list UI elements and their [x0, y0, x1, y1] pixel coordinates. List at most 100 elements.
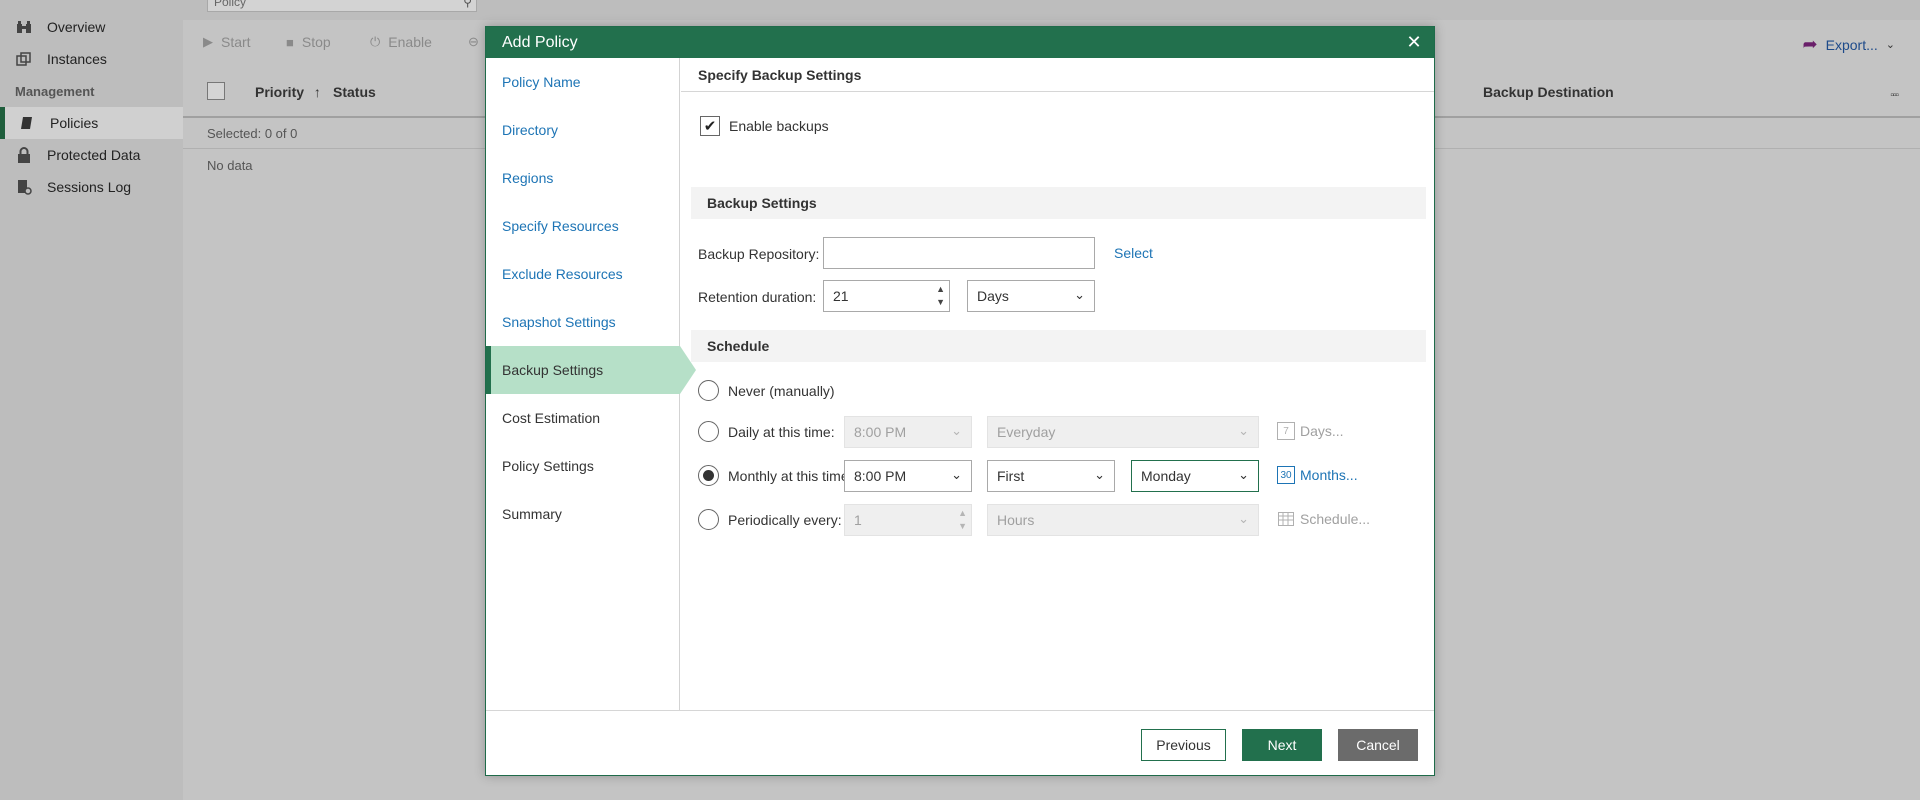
retention-duration-stepper[interactable]: 21 ▲ ▼ [823, 280, 950, 312]
wizard-steps: Policy Name Directory Regions Specify Re… [486, 58, 696, 710]
periodic-schedule-link[interactable]: Schedule... [1300, 511, 1370, 527]
sidebar-item-label: Overview [47, 19, 106, 35]
column-backup-destination[interactable]: Backup Destination [1483, 84, 1614, 100]
schedule-never-option[interactable]: Never (manually) [698, 380, 835, 401]
previous-button[interactable]: Previous [1141, 729, 1226, 761]
checkmark-icon: ✔ [703, 118, 717, 135]
start-label: Start [221, 34, 251, 50]
power-icon: ⏻ [370, 34, 381, 49]
step-directory[interactable]: Directory [486, 106, 680, 154]
cancel-button[interactable]: Cancel [1338, 729, 1418, 761]
step-label: Directory [502, 122, 559, 138]
chevron-down-icon: ⌄ [951, 467, 962, 482]
step-label: Policy Settings [502, 458, 594, 474]
step-label: Summary [502, 506, 562, 522]
schedule-monthly-label: Monthly at this time: [728, 467, 853, 484]
retention-duration-value: 21 [833, 288, 849, 304]
sidebar-item-protected-data[interactable]: Protected Data [0, 139, 183, 171]
schedule-periodic-option[interactable]: Periodically every: [698, 509, 842, 530]
periodic-unit-select[interactable]: Hours ⌄ [987, 504, 1259, 536]
daily-days-link[interactable]: Days... [1300, 423, 1344, 439]
step-cost-estimation: Cost Estimation [486, 394, 680, 442]
step-label: Snapshot Settings [502, 314, 616, 330]
sidebar-item-sessions-log[interactable]: Sessions Log [0, 171, 183, 203]
monthly-day-select[interactable]: Monday ⌄ [1131, 460, 1259, 492]
enable-backups-checkbox[interactable]: ✔ [700, 116, 720, 136]
schedule-monthly-option[interactable]: Monthly at this time: [698, 465, 853, 486]
backup-repository-field[interactable] [823, 237, 1095, 269]
content-title: Specify Backup Settings [681, 58, 1434, 92]
search-value: Policy [214, 0, 247, 9]
column-chooser-icon[interactable]: ▫▫▫ [1890, 90, 1899, 101]
step-regions[interactable]: Regions [486, 154, 680, 202]
column-label: Backup Destination [1483, 84, 1614, 100]
disable-icon: ⊖ [468, 34, 479, 49]
monthly-time-value: 8:00 PM [854, 468, 907, 484]
sidebar-item-label: Policies [50, 115, 99, 131]
next-button[interactable]: Next [1242, 729, 1322, 761]
backup-settings-section: Backup Settings [691, 187, 1426, 219]
step-label: Exclude Resources [502, 266, 623, 282]
sort-asc-icon: ↑ [313, 84, 321, 100]
stop-button[interactable]: ■ Stop [286, 34, 331, 50]
monthly-day-value: Monday [1141, 468, 1191, 484]
column-status[interactable]: Status [333, 84, 376, 100]
start-button[interactable]: ▶ Start [203, 34, 251, 50]
dialog-footer: Previous Next Cancel [486, 710, 1434, 776]
sidebar-item-instances[interactable]: Instances [0, 43, 183, 75]
daily-days-select[interactable]: Everyday ⌄ [987, 416, 1259, 448]
monthly-week-select[interactable]: First ⌄ [987, 460, 1115, 492]
retention-unit-select[interactable]: Days ⌄ [967, 280, 1095, 312]
monthly-time-select[interactable]: 8:00 PM ⌄ [844, 460, 972, 492]
schedule-never-radio[interactable] [698, 380, 719, 401]
stepper-arrows-icon[interactable]: ▲ ▼ [936, 283, 945, 309]
selected-count: Selected: 0 of 0 [207, 126, 298, 141]
dialog-title: Add Policy [502, 33, 578, 51]
enable-backups-label: Enable backups [729, 118, 829, 134]
sidebar-item-policies[interactable]: Policies [0, 107, 194, 139]
periodic-interval-stepper[interactable]: 1 ▲ ▼ [844, 504, 972, 536]
close-icon[interactable]: ✕ [1404, 32, 1424, 52]
step-label: Backup Settings [502, 362, 604, 378]
policy-icon [18, 114, 36, 132]
chevron-down-icon: ⌄ [1238, 423, 1249, 438]
schedule-grid-icon [1277, 510, 1295, 528]
step-specify-resources[interactable]: Specify Resources [486, 202, 680, 250]
chevron-down-icon: ⌄ [1238, 467, 1249, 482]
schedule-monthly-radio[interactable] [698, 465, 719, 486]
monthly-months-link[interactable]: Months... [1300, 467, 1358, 483]
empty-message: No data [207, 158, 253, 173]
chevron-down-icon: ⌄ [1238, 511, 1249, 526]
daily-days-value: Everyday [997, 424, 1056, 440]
stepper-arrows-icon[interactable]: ▲ ▼ [958, 507, 967, 533]
lock-icon [15, 146, 33, 164]
schedule-daily-option[interactable]: Daily at this time: [698, 421, 835, 442]
schedule-periodic-radio[interactable] [698, 509, 719, 530]
schedule-daily-radio[interactable] [698, 421, 719, 442]
enable-backups-row[interactable]: ✔ Enable backups [700, 116, 829, 136]
select-all-checkbox[interactable] [207, 82, 225, 100]
export-button[interactable]: ➦ Export... ⌄ [1803, 34, 1895, 55]
sidebar-item-label: Instances [47, 51, 107, 67]
step-label: Policy Name [502, 74, 581, 90]
step-label: Specify Resources [502, 218, 619, 234]
binoculars-icon [15, 18, 33, 36]
sidebar-item-overview[interactable]: Overview [0, 11, 183, 43]
select-repository-link[interactable]: Select [1114, 245, 1153, 261]
column-label: Status [333, 84, 376, 100]
step-snapshot-settings[interactable]: Snapshot Settings [486, 298, 680, 346]
add-policy-dialog: Add Policy ✕ Policy Name Directory Regio… [485, 26, 1435, 776]
sidebar-item-label: Sessions Log [47, 179, 132, 195]
search-input[interactable]: Policy ⚲ [207, 0, 477, 12]
schedule-never-label: Never (manually) [728, 382, 835, 399]
daily-time-select[interactable]: 8:00 PM ⌄ [844, 416, 972, 448]
step-policy-name[interactable]: Policy Name [486, 58, 680, 106]
chevron-down-icon: ⌄ [1885, 39, 1895, 51]
step-backup-settings[interactable]: Backup Settings [486, 346, 696, 394]
dialog-body: Policy Name Directory Regions Specify Re… [486, 58, 1434, 710]
enable-button[interactable]: ⏻ Enable [370, 34, 432, 50]
column-priority[interactable]: Priority ↑ [255, 84, 321, 100]
schedule-section: Schedule [691, 330, 1426, 362]
calendar-icon-text: 7 [1283, 425, 1289, 437]
step-exclude-resources[interactable]: Exclude Resources [486, 250, 680, 298]
